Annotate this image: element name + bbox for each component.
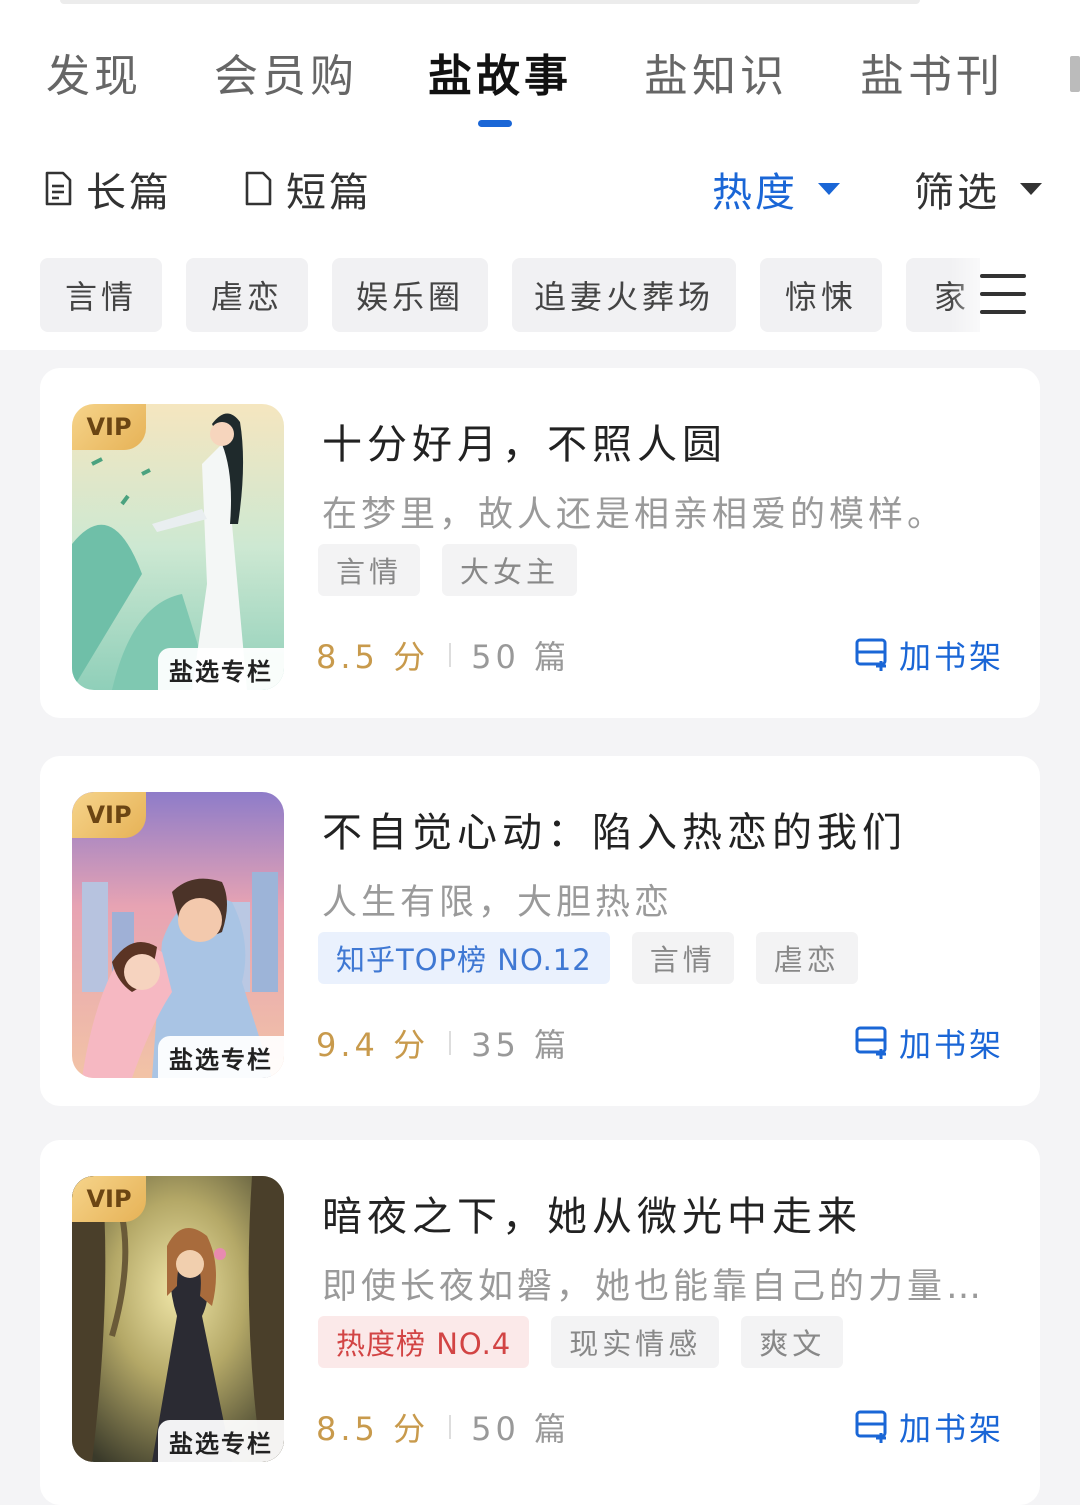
book-tag: 言情	[631, 932, 734, 984]
book-tags: 知乎TOP榜 NO.12 言情 虐恋	[318, 932, 858, 984]
book-tag: 虐恋	[755, 932, 858, 984]
active-tab-indicator	[478, 120, 512, 127]
book-card[interactable]: VIP 盐选专栏 不自觉心动：陷入热恋的我们 人生有限，大胆热恋 知乎TOP榜 …	[40, 756, 1040, 1106]
book-cover[interactable]: VIP 盐选专栏	[72, 1176, 284, 1462]
book-score: 9.4 分	[316, 1026, 430, 1064]
book-cover[interactable]: VIP 盐选专栏	[72, 792, 284, 1078]
chip-angst[interactable]: 虐恋	[186, 258, 308, 332]
length-sort-row: 长篇 短篇 热度 筛选	[0, 160, 1080, 220]
rank-tag[interactable]: 热度榜 NO.4	[318, 1316, 530, 1368]
book-description: 人生有限，大胆热恋	[322, 883, 674, 923]
add-to-shelf-button[interactable]: 加书架	[855, 1020, 1004, 1066]
vip-badge: VIP	[72, 404, 146, 450]
book-tags: 热度榜 NO.4 现实情感 爽文	[318, 1316, 844, 1368]
vip-badge: VIP	[72, 1176, 146, 1222]
add-shelf-label: 加书架	[898, 638, 1004, 676]
book-tag: 现实情感	[551, 1316, 720, 1368]
tab-salt-stories[interactable]: 盐故事	[428, 40, 572, 104]
book-title[interactable]: 不自觉心动：陷入热恋的我们	[322, 800, 907, 858]
filter-long-button[interactable]: 长篇	[44, 160, 172, 218]
filter-short-label: 短篇	[286, 170, 372, 216]
meta-divider	[449, 1031, 452, 1055]
tab-overflow-hint	[1070, 56, 1080, 92]
top-header: 发现 会员购 盐故事 盐知识 盐书刊 长篇 短篇 热度 筛选 言情 虐恋 娱乐圈…	[0, 0, 1080, 350]
main-tabs: 发现 会员购 盐故事 盐知识 盐书刊	[0, 40, 1080, 140]
column-tag: 盐选专栏	[158, 1036, 284, 1078]
document-lines-icon	[45, 171, 72, 206]
filter-dropdown[interactable]: 筛选	[914, 160, 1042, 218]
add-to-shelf-button[interactable]: 加书架	[855, 1404, 1004, 1450]
book-title[interactable]: 十分好月，不照人圆	[322, 412, 727, 470]
menu-icon[interactable]	[980, 272, 1026, 318]
book-score: 8.5 分	[316, 1410, 430, 1448]
chip-chasing-wife[interactable]: 追妻火葬场	[512, 258, 736, 332]
tab-salt-books[interactable]: 盐书刊	[860, 40, 1004, 104]
book-description: 在梦里，故人还是相亲相爱的模样。	[322, 495, 947, 535]
book-score: 8.5 分	[316, 638, 430, 676]
book-tag: 爽文	[741, 1316, 844, 1368]
column-tag: 盐选专栏	[158, 648, 284, 690]
add-shelf-icon	[855, 1410, 887, 1443]
tab-salt-knowledge[interactable]: 盐知识	[644, 40, 788, 104]
book-tag: 言情	[318, 544, 421, 596]
meta-divider	[449, 1415, 452, 1439]
add-shelf-icon	[855, 638, 887, 671]
filter-long-label: 长篇	[86, 170, 172, 216]
book-card[interactable]: VIP 盐选专栏 暗夜之下，她从微光中走来 即使长夜如磐，她也能靠自己的力量窥.…	[40, 1140, 1040, 1505]
caret-down-icon	[1020, 183, 1042, 195]
book-tag: 大女主	[442, 544, 578, 596]
book-meta: 8.5 分 50 篇	[316, 632, 570, 678]
add-shelf-icon	[855, 1026, 887, 1059]
sort-label: 热度	[712, 170, 798, 216]
book-chapter-count: 50 篇	[471, 1410, 570, 1448]
column-tag: 盐选专栏	[158, 1420, 284, 1462]
book-tags: 言情 大女主	[318, 544, 578, 596]
book-card[interactable]: VIP 盐选专栏 十分好月，不照人圆 在梦里，故人还是相亲相爱的模样。 言情 大…	[40, 368, 1040, 718]
chip-entertainment[interactable]: 娱乐圈	[332, 258, 488, 332]
book-title[interactable]: 暗夜之下，她从微光中走来	[322, 1184, 862, 1242]
vip-badge: VIP	[72, 792, 146, 838]
book-description: 即使长夜如磐，她也能靠自己的力量窥...	[322, 1267, 1002, 1307]
caret-down-icon	[818, 183, 840, 195]
book-chapter-count: 50 篇	[471, 638, 570, 676]
category-chips: 言情 虐恋 娱乐圈 追妻火葬场 惊悚 家	[40, 258, 980, 332]
tab-member-shop[interactable]: 会员购	[214, 40, 358, 104]
meta-divider	[449, 643, 452, 667]
add-to-shelf-button[interactable]: 加书架	[855, 632, 1004, 678]
book-meta: 9.4 分 35 篇	[316, 1020, 570, 1066]
tab-discover[interactable]: 发现	[46, 40, 142, 104]
search-bar-edge	[60, 0, 920, 4]
chip-romance[interactable]: 言情	[40, 258, 162, 332]
sort-hot-dropdown[interactable]: 热度	[712, 160, 840, 218]
document-icon	[245, 171, 272, 206]
rank-tag[interactable]: 知乎TOP榜 NO.12	[318, 932, 610, 984]
book-meta: 8.5 分 50 篇	[316, 1404, 570, 1450]
chip-thriller[interactable]: 惊悚	[760, 258, 882, 332]
filter-label: 筛选	[914, 170, 1000, 216]
filter-short-button[interactable]: 短篇	[244, 160, 372, 218]
add-shelf-label: 加书架	[898, 1026, 1004, 1064]
add-shelf-label: 加书架	[898, 1410, 1004, 1448]
book-chapter-count: 35 篇	[471, 1026, 570, 1064]
book-cover[interactable]: VIP 盐选专栏	[72, 404, 284, 690]
